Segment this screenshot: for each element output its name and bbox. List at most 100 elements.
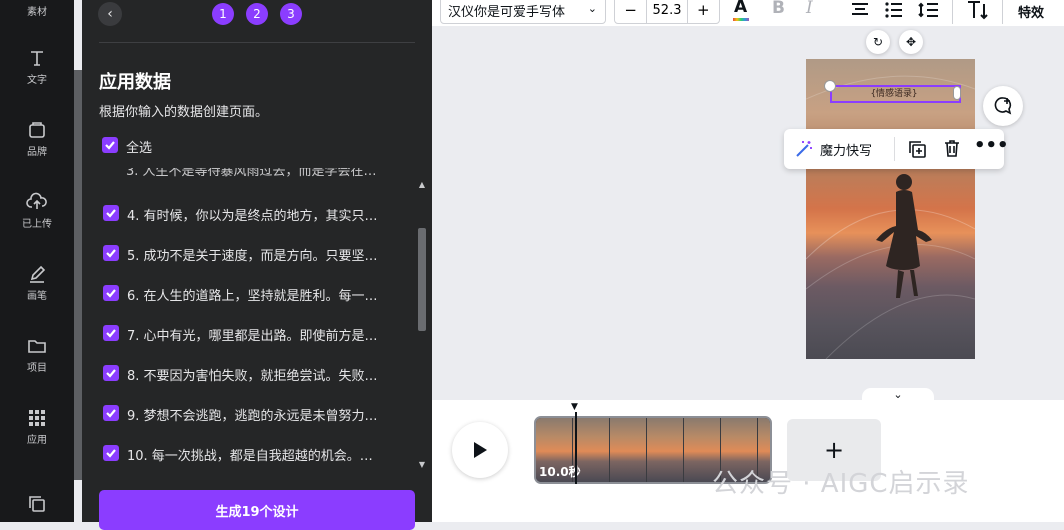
thumbnail-frame — [647, 418, 684, 482]
list-item-text: 3. 人生不是等待暴风雨过去，而是学会在… — [126, 168, 377, 179]
rail-scrollbar[interactable] — [74, 70, 82, 480]
row-checkbox[interactable] — [103, 325, 119, 341]
row-checkbox[interactable] — [103, 245, 119, 261]
rail-item-label: 文字 — [27, 75, 47, 86]
font-family-value: 汉仪你是可爱手写体 — [448, 4, 566, 20]
align-center-icon[interactable] — [850, 1, 870, 19]
decrease-font-size-button[interactable]: − — [615, 1, 646, 19]
rail-item-label: 画笔 — [27, 291, 47, 302]
list-item-text: 5. 成功不是关于速度，而是方向。只要坚… — [127, 249, 378, 264]
line-spacing-icon[interactable] — [918, 1, 940, 19]
data-panel: ‹ 1 2 3 应用数据 根据你输入的数据创建页面。 全选 3. 人生不是等待暴… — [82, 0, 432, 530]
rail-item-draw[interactable]: 画笔 — [0, 264, 74, 302]
rail-item-label: 素材 — [27, 7, 47, 18]
trash-icon[interactable] — [942, 138, 962, 158]
text-color-icon[interactable]: A — [733, 0, 749, 21]
scrollbar-thumb[interactable] — [418, 228, 426, 331]
row-checkbox[interactable] — [103, 445, 119, 461]
row-checkbox[interactable] — [103, 285, 119, 301]
upload-cloud-icon — [26, 192, 47, 209]
copy-icon — [29, 496, 45, 512]
more-options-icon[interactable]: ••• — [974, 135, 1009, 156]
brush-icon — [30, 265, 46, 283]
back-button[interactable]: ‹ — [98, 2, 122, 26]
list-item-text: 9. 梦想不会逃跑，逃跑的永远是未曾努力… — [127, 409, 378, 424]
folder-icon — [28, 340, 46, 353]
chevron-down-icon: ⌄ — [587, 2, 597, 15]
panel-description: 根据你输入的数据创建页面。 — [99, 105, 269, 120]
woman-silhouette — [876, 174, 932, 298]
rotate-icon[interactable]: ↻ — [866, 30, 890, 54]
rail-item-projects[interactable]: 项目 — [0, 336, 74, 374]
brand-icon — [29, 122, 45, 138]
rail-item-apps[interactable]: 应用 — [0, 408, 74, 446]
list-item-text: 8. 不要因为害怕失败，就拒绝尝试。失败… — [127, 369, 378, 384]
toolbar-divider — [952, 0, 953, 24]
font-family-select[interactable]: 汉仪你是可爱手写体 ⌄ — [440, 0, 606, 24]
bold-icon[interactable]: B — [772, 0, 785, 18]
check-icon — [106, 369, 116, 378]
chevron-left-icon: ‹ — [107, 6, 113, 22]
list-item-text: 7. 心中有光，哪里都是出路。即使前方是… — [127, 329, 378, 344]
rail-item-label: 项目 — [27, 363, 47, 374]
effects-button[interactable]: 特效 — [1018, 2, 1044, 21]
watermark: 公众号 · AIGC启示录 — [712, 469, 970, 499]
floating-context-menu: 魔力快写 ••• — [784, 129, 1009, 169]
thumbnail-frame — [610, 418, 647, 482]
comment-add-button[interactable] — [983, 86, 1023, 126]
select-all-label: 全选 — [126, 141, 153, 156]
rail-item-label: 品牌 — [27, 147, 47, 158]
rail-item-label: 应用 — [27, 435, 47, 446]
select-all-checkbox[interactable] — [102, 137, 118, 153]
row-checkbox[interactable] — [103, 365, 119, 381]
generate-designs-button[interactable]: 生成19个设计 — [99, 490, 415, 530]
check-icon — [106, 409, 116, 418]
rail-item-text[interactable]: 文字 — [0, 48, 74, 86]
panel-title: 应用数据 — [99, 72, 171, 93]
check-icon — [106, 449, 116, 458]
row-checkbox[interactable] — [103, 205, 119, 221]
divider — [99, 42, 415, 43]
step-3[interactable]: 3 — [280, 3, 302, 25]
scroll-down-icon[interactable]: ▼ — [416, 460, 428, 469]
bullet-list-icon[interactable] — [884, 1, 904, 19]
rail-item-brand[interactable]: 品牌 — [0, 120, 74, 158]
step-2[interactable]: 2 — [246, 3, 268, 25]
italic-icon[interactable]: I — [806, 0, 813, 18]
check-icon — [106, 209, 116, 218]
list-scrollbar[interactable]: ▲ ▼ — [416, 178, 428, 474]
rail-item-copy[interactable] — [0, 494, 74, 514]
data-rows-list: 3. 人生不是等待暴风雨过去，而是学会在… 4. 有时候，你以为是终点的地方，其… — [82, 168, 417, 474]
increase-font-size-button[interactable]: + — [688, 1, 719, 19]
check-icon — [106, 289, 116, 298]
list-item-text: 6. 在人生的道路上，坚持就是胜利。每一… — [127, 289, 378, 304]
font-size-value[interactable]: 52.3 — [646, 0, 688, 23]
step-1[interactable]: 1 — [212, 3, 234, 25]
play-icon — [474, 442, 487, 458]
scroll-up-icon[interactable]: ▲ — [416, 180, 428, 189]
list-item-text: 10. 每一次挑战，都是自我超越的机会。… — [127, 449, 373, 464]
play-button[interactable] — [452, 422, 508, 478]
list-item-text: 4. 有时候，你以为是终点的地方，其实只… — [127, 209, 378, 224]
apps-grid-icon — [29, 410, 45, 426]
check-icon — [106, 329, 116, 338]
resize-handle-right[interactable] — [953, 86, 961, 100]
playhead[interactable] — [575, 412, 577, 484]
font-size-stepper[interactable]: − 52.3 + — [614, 0, 720, 24]
move-icon[interactable]: ✥ — [899, 30, 923, 54]
check-icon — [105, 141, 115, 150]
text-orientation-icon[interactable] — [966, 0, 990, 20]
canvas-text-placeholder[interactable]: {情感语录} — [834, 86, 954, 99]
magic-wand-icon — [796, 141, 812, 157]
toolbar-divider — [1002, 0, 1003, 24]
rail-item-label: 已上传 — [22, 219, 52, 230]
magic-write-button[interactable]: 魔力快写 — [820, 140, 872, 159]
check-icon — [106, 249, 116, 258]
rail-item-uploads[interactable]: 已上传 — [0, 192, 74, 230]
duplicate-icon[interactable] — [907, 139, 927, 159]
playhead-marker-icon[interactable]: ▼ — [571, 402, 578, 412]
resize-handle-left[interactable] — [824, 80, 836, 92]
rail-item-elements[interactable]: 素材 — [0, 0, 74, 18]
row-checkbox[interactable] — [103, 405, 119, 421]
text-icon — [31, 51, 43, 66]
